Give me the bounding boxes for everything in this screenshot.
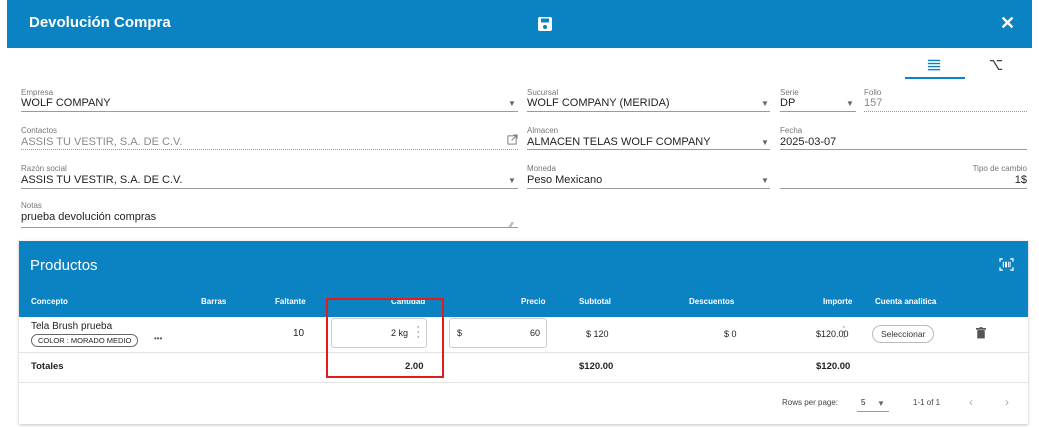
- contactos-value: ASSIS TU VESTIR, S.A. DE C.V.: [21, 136, 183, 148]
- serie-underline: [780, 111, 856, 112]
- importe-menu-icon[interactable]: · · ·: [842, 322, 846, 343]
- totales-importe: $120.00: [816, 361, 851, 372]
- row-subtotal: $ 120: [586, 329, 609, 339]
- active-tab-indicator: [905, 77, 965, 79]
- row-concepto: Tela Brush prueba: [31, 321, 113, 332]
- precio-input[interactable]: $ 60: [449, 318, 547, 348]
- empresa-label: Empresa: [21, 88, 54, 97]
- empresa-underline: [21, 111, 518, 112]
- rows-per-page-underline: [857, 411, 889, 412]
- list-lines-icon[interactable]: [927, 58, 941, 72]
- totales-subtotal: $120.00: [579, 361, 614, 372]
- sucursal-value[interactable]: WOLF COMPANY (MERIDA): [527, 97, 670, 109]
- highlight-box: [326, 298, 444, 378]
- precio-value[interactable]: 60: [530, 328, 540, 338]
- productos-header: Productos Concepto Barras Faltante Canti…: [19, 241, 1028, 317]
- folio-label: Folio: [864, 88, 882, 97]
- razon-social-label: Razón social: [21, 164, 67, 173]
- branch-merge-icon[interactable]: [989, 58, 1003, 72]
- almacen-dropdown-icon[interactable]: ▼: [761, 138, 769, 147]
- tipo-cambio-label: Tipo de cambio: [972, 164, 1027, 173]
- column-importe[interactable]: Importe: [823, 297, 852, 306]
- delete-icon[interactable]: [976, 327, 986, 339]
- contactos-underline: [21, 149, 518, 150]
- attribute-chip: COLOR : MORADO MEDIO: [31, 334, 139, 347]
- pagination-range: 1-1 of 1: [913, 398, 941, 407]
- sucursal-underline: [527, 111, 770, 112]
- next-page-icon[interactable]: ›: [1005, 395, 1009, 409]
- empresa-value[interactable]: WOLF COMPANY: [21, 97, 111, 109]
- totales-label: Totales: [31, 361, 64, 372]
- seleccionar-button[interactable]: Seleccionar: [872, 325, 935, 343]
- moneda-label: Moneda: [527, 164, 556, 173]
- fecha-underline: [780, 149, 1027, 150]
- empresa-dropdown-icon[interactable]: ▼: [508, 99, 516, 108]
- totals-divider: [19, 382, 1028, 383]
- productos-title: Productos: [30, 257, 98, 274]
- folio-underline: [864, 111, 1027, 112]
- column-precio[interactable]: Precio: [521, 297, 545, 306]
- fecha-value[interactable]: 2025-03-07: [780, 136, 836, 148]
- razon-social-value[interactable]: ASSIS TU VESTIR, S.A. DE C.V.: [21, 174, 182, 186]
- moneda-value[interactable]: Peso Mexicano: [527, 174, 602, 186]
- previous-page-icon[interactable]: ‹: [969, 395, 973, 409]
- rows-per-page-dropdown-icon[interactable]: ▼: [877, 399, 885, 408]
- row-divider: [19, 352, 1028, 353]
- tipo-cambio-value[interactable]: 1$: [1015, 174, 1027, 186]
- resize-handle-icon[interactable]: ⁄⁄: [510, 221, 513, 230]
- productos-panel: Productos Concepto Barras Faltante Canti…: [19, 241, 1028, 424]
- razon-social-underline: [21, 188, 518, 189]
- folio-value: 157: [864, 97, 883, 109]
- serie-label: Serie: [780, 88, 799, 97]
- moneda-dropdown-icon[interactable]: ▼: [761, 176, 769, 185]
- almacen-value[interactable]: ALMACEN TELAS WOLF COMPANY: [527, 136, 711, 148]
- notas-value[interactable]: prueba devolución compras: [21, 211, 156, 223]
- column-cuenta-analitica[interactable]: Cuenta analitica: [875, 297, 936, 306]
- serie-value[interactable]: DP: [780, 97, 795, 109]
- rows-per-page-label: Rows per page:: [782, 398, 839, 407]
- row-descuentos: $ 0: [724, 329, 737, 339]
- column-descuentos[interactable]: Descuentos: [689, 297, 734, 306]
- column-barras[interactable]: Barras: [201, 297, 226, 306]
- save-icon[interactable]: [536, 15, 554, 33]
- tipo-cambio-underline: [780, 188, 1027, 189]
- notas-underline: [21, 227, 518, 228]
- page-title: Devolución Compra: [29, 14, 171, 31]
- contactos-label: Contactos: [21, 126, 58, 135]
- moneda-underline: [527, 188, 770, 189]
- app-header: Devolución Compra ✕: [7, 0, 1032, 48]
- row-faltante: 10: [293, 328, 305, 339]
- column-faltante[interactable]: Faltante: [275, 297, 306, 306]
- column-subtotal[interactable]: Subtotal: [579, 297, 611, 306]
- sucursal-dropdown-icon[interactable]: ▼: [761, 99, 769, 108]
- notas-label: Notas: [21, 201, 42, 210]
- column-concepto[interactable]: Concepto: [31, 297, 68, 306]
- sucursal-label: Sucursal: [527, 88, 559, 97]
- serie-dropdown-icon[interactable]: ▼: [846, 99, 854, 108]
- more-options-icon[interactable]: •••: [154, 334, 162, 343]
- open-external-icon[interactable]: [507, 134, 518, 145]
- rows-per-page-value[interactable]: 5: [861, 398, 865, 407]
- fecha-label: Fecha: [780, 126, 803, 135]
- almacen-label: Almacen: [527, 126, 559, 135]
- barcode-scan-icon[interactable]: [999, 258, 1014, 271]
- close-icon[interactable]: ✕: [1000, 13, 1015, 33]
- razon-social-dropdown-icon[interactable]: ▼: [508, 176, 516, 185]
- almacen-underline: [527, 149, 770, 150]
- precio-prefix: $: [457, 328, 463, 338]
